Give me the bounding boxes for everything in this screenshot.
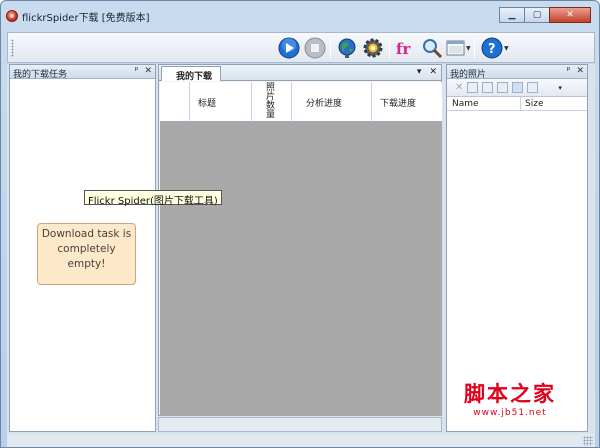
app-tooltip: Flickr Spider(图片下载工具) bbox=[84, 190, 222, 207]
toolbar-network-group bbox=[335, 36, 387, 60]
empty-task-message: Download task is completely empty! bbox=[37, 223, 136, 285]
my-photos-header: 我的照片 ᵖ ✕ bbox=[447, 65, 587, 80]
column-header-photo-count[interactable]: 照片数量 bbox=[252, 82, 292, 122]
flickr-logo-icon: fr bbox=[396, 40, 411, 58]
photos-toolbar: ✕ ▾ bbox=[447, 79, 587, 97]
column-name-label[interactable]: Name bbox=[452, 99, 479, 109]
network-button[interactable] bbox=[335, 36, 359, 60]
flickr-button[interactable]: fr bbox=[394, 36, 418, 60]
toolbar-overflow-icon[interactable]: ▾ bbox=[558, 84, 562, 92]
column-header-title[interactable]: 标题 bbox=[190, 82, 252, 122]
help-icon: ? bbox=[481, 37, 503, 59]
row-selector-header[interactable] bbox=[160, 82, 190, 122]
photos-list-header: Name Size bbox=[447, 97, 587, 111]
download-tasks-title: 我的下载任务 bbox=[13, 70, 68, 80]
view-mode-dropdown-icon[interactable]: ▼ bbox=[466, 45, 471, 52]
column-header-analysis-progress[interactable]: 分析进度 bbox=[292, 82, 372, 122]
help-dropdown-icon[interactable]: ▼ bbox=[504, 45, 509, 52]
window-title: flickrSpider下载 [免费版本] bbox=[22, 13, 150, 24]
search-icon bbox=[423, 39, 443, 59]
downloads-scrollbar-area[interactable] bbox=[158, 417, 442, 432]
search-button[interactable] bbox=[420, 36, 444, 60]
globe-icon bbox=[338, 38, 356, 58]
settings-gear-icon bbox=[363, 38, 383, 58]
maximize-icon: ▢ bbox=[532, 10, 542, 20]
close-panel-icon[interactable]: ✕ bbox=[576, 66, 584, 76]
column-header-download-progress[interactable]: 下载进度 bbox=[372, 82, 442, 122]
toolbar-tools-group: fr ▼ bbox=[394, 36, 473, 60]
window-controls: ▁ ▢ ✕ bbox=[499, 7, 591, 23]
app-logo-icon[interactable] bbox=[6, 10, 18, 22]
resize-grip-icon[interactable] bbox=[583, 436, 593, 446]
downloads-tabstrip: 我的下载 ▾ ✕ bbox=[159, 65, 441, 82]
column-title-label: 标题 bbox=[198, 99, 217, 109]
column-photo-count-label: 照片数量 bbox=[266, 83, 276, 120]
my-downloads-panel: 我的下载 ▾ ✕ 标题 照片数量 分析进度 下载进度 bbox=[158, 64, 442, 416]
downloads-grid-body[interactable] bbox=[160, 122, 442, 416]
flickr-label: fr bbox=[396, 40, 411, 58]
downloads-grid-header: 标题 照片数量 分析进度 下载进度 bbox=[160, 82, 442, 122]
svg-text:?: ? bbox=[488, 42, 496, 57]
toolbar-help-group: ? ▼ bbox=[480, 36, 511, 60]
toolbar-grip[interactable] bbox=[11, 39, 14, 57]
minimize-button[interactable]: ▁ bbox=[499, 7, 525, 23]
pin-icon[interactable]: ᵖ bbox=[135, 66, 139, 76]
settings-button[interactable] bbox=[361, 36, 385, 60]
main-toolbar: fr ▼ ? ▼ bbox=[7, 32, 595, 63]
pin-icon[interactable]: ᵖ bbox=[567, 66, 571, 76]
app-window: flickrSpider下载 [免费版本] ▁ ▢ ✕ fr ▼ ? ▼ 我的下… bbox=[0, 0, 600, 448]
play-icon bbox=[278, 37, 300, 59]
minimize-icon: ▁ bbox=[508, 10, 516, 20]
my-photos-panel: 我的照片 ᵖ ✕ ✕ ▾ Name Size 脚本之家 www.jb51.net bbox=[446, 64, 588, 432]
toolbar-playback-group bbox=[277, 36, 329, 60]
icon-view-icon[interactable] bbox=[497, 82, 509, 93]
stop-button[interactable] bbox=[303, 36, 327, 60]
close-button[interactable]: ✕ bbox=[549, 7, 591, 23]
download-tasks-panel: 我的下载任务 ᵖ ✕ Download task is completely e… bbox=[9, 64, 156, 432]
close-panel-icon[interactable]: ✕ bbox=[144, 66, 152, 76]
view-mode-icon bbox=[446, 40, 465, 56]
stop-icon bbox=[304, 37, 326, 59]
details-view-icon[interactable] bbox=[527, 82, 539, 93]
title-bar[interactable]: flickrSpider下载 [免费版本] ▁ ▢ ✕ bbox=[1, 1, 599, 31]
watermark-text: 脚本之家 bbox=[464, 381, 556, 406]
tile-view-icon[interactable] bbox=[482, 82, 494, 93]
status-bar bbox=[7, 434, 595, 447]
site-watermark: 脚本之家 www.jb51.net bbox=[464, 378, 556, 418]
start-button[interactable] bbox=[277, 36, 301, 60]
download-tasks-header: 我的下载任务 ᵖ ✕ bbox=[10, 65, 155, 80]
watermark-url: www.jb51.net bbox=[473, 408, 547, 418]
tab-my-downloads[interactable]: 我的下载 bbox=[161, 66, 221, 82]
view-mode-button[interactable] bbox=[446, 36, 466, 60]
close-icon: ✕ bbox=[566, 10, 574, 20]
help-button[interactable]: ? bbox=[480, 36, 504, 60]
close-tab-icon[interactable]: ✕ bbox=[429, 67, 437, 77]
tab-list-dropdown-icon[interactable]: ▾ bbox=[417, 67, 422, 77]
column-download-label: 下载进度 bbox=[380, 99, 417, 109]
column-analysis-label: 分析进度 bbox=[306, 99, 343, 109]
column-size-label[interactable]: Size bbox=[525, 99, 543, 109]
thumbnail-view-icon[interactable] bbox=[467, 82, 479, 93]
maximize-button[interactable]: ▢ bbox=[524, 7, 550, 23]
list-view-icon[interactable] bbox=[512, 82, 524, 93]
delete-icon[interactable]: ✕ bbox=[455, 82, 463, 93]
